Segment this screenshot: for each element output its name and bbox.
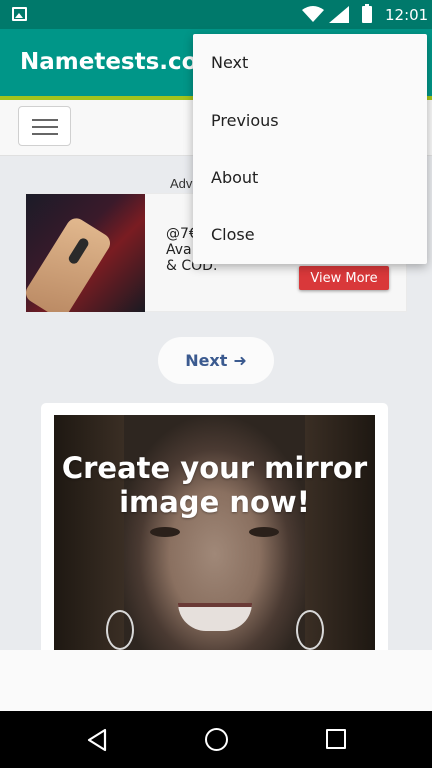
next-button-label: Next [185,351,228,370]
bottom-blank-area [0,650,432,711]
ad-product-image[interactable] [26,194,145,312]
next-button[interactable]: Next ➜ [158,337,274,384]
wifi-icon [302,6,324,22]
overflow-menu: Next Previous About Close [193,34,427,264]
status-clock: 12:01 [385,6,429,24]
mirror-image-quiz-banner[interactable]: Create your mirror image now! [54,415,375,655]
battery-icon [362,4,372,23]
mirror-image-title: Create your mirror image now! [61,451,368,519]
hamburger-menu-button[interactable] [18,106,71,146]
menu-item-next[interactable]: Next [193,34,427,91]
cellular-signal-icon [329,6,349,23]
ad-label: Adv [170,176,193,191]
system-nav-bar [0,711,432,768]
status-bar: 12:01 [0,0,432,29]
image-notification-icon [12,7,27,21]
arrow-right-icon: ➜ [233,351,247,370]
hamburger-menu-icon [32,119,58,121]
recents-icon[interactable] [326,729,346,749]
menu-item-close[interactable]: Close [193,206,427,263]
back-icon[interactable] [86,728,108,752]
view-more-button[interactable]: View More [299,266,389,290]
menu-item-about[interactable]: About [193,149,427,206]
home-icon[interactable] [205,728,228,751]
content-card: Create your mirror image now! [41,403,388,663]
menu-item-previous[interactable]: Previous [193,92,427,149]
app-title: Nametests.com [20,49,222,75]
